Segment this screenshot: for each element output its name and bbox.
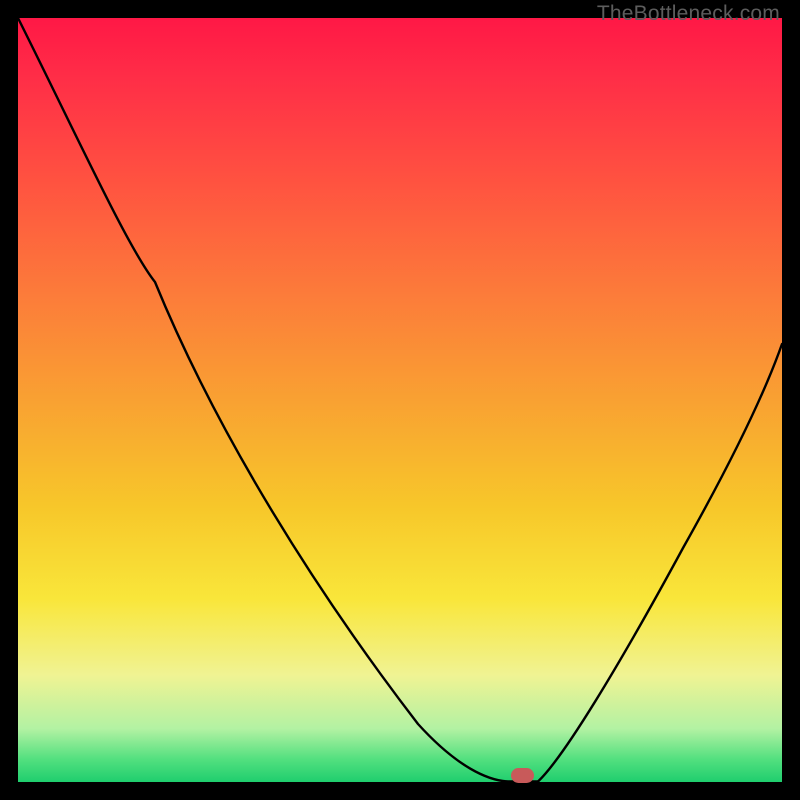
chart-frame: TheBottleneck.com	[0, 0, 800, 800]
curve-left	[18, 18, 507, 782]
watermark-text: TheBottleneck.com	[597, 2, 780, 26]
curve-svg	[18, 18, 782, 782]
plot-area	[18, 18, 782, 782]
curve-right	[538, 344, 782, 782]
minimum-marker	[511, 768, 534, 783]
